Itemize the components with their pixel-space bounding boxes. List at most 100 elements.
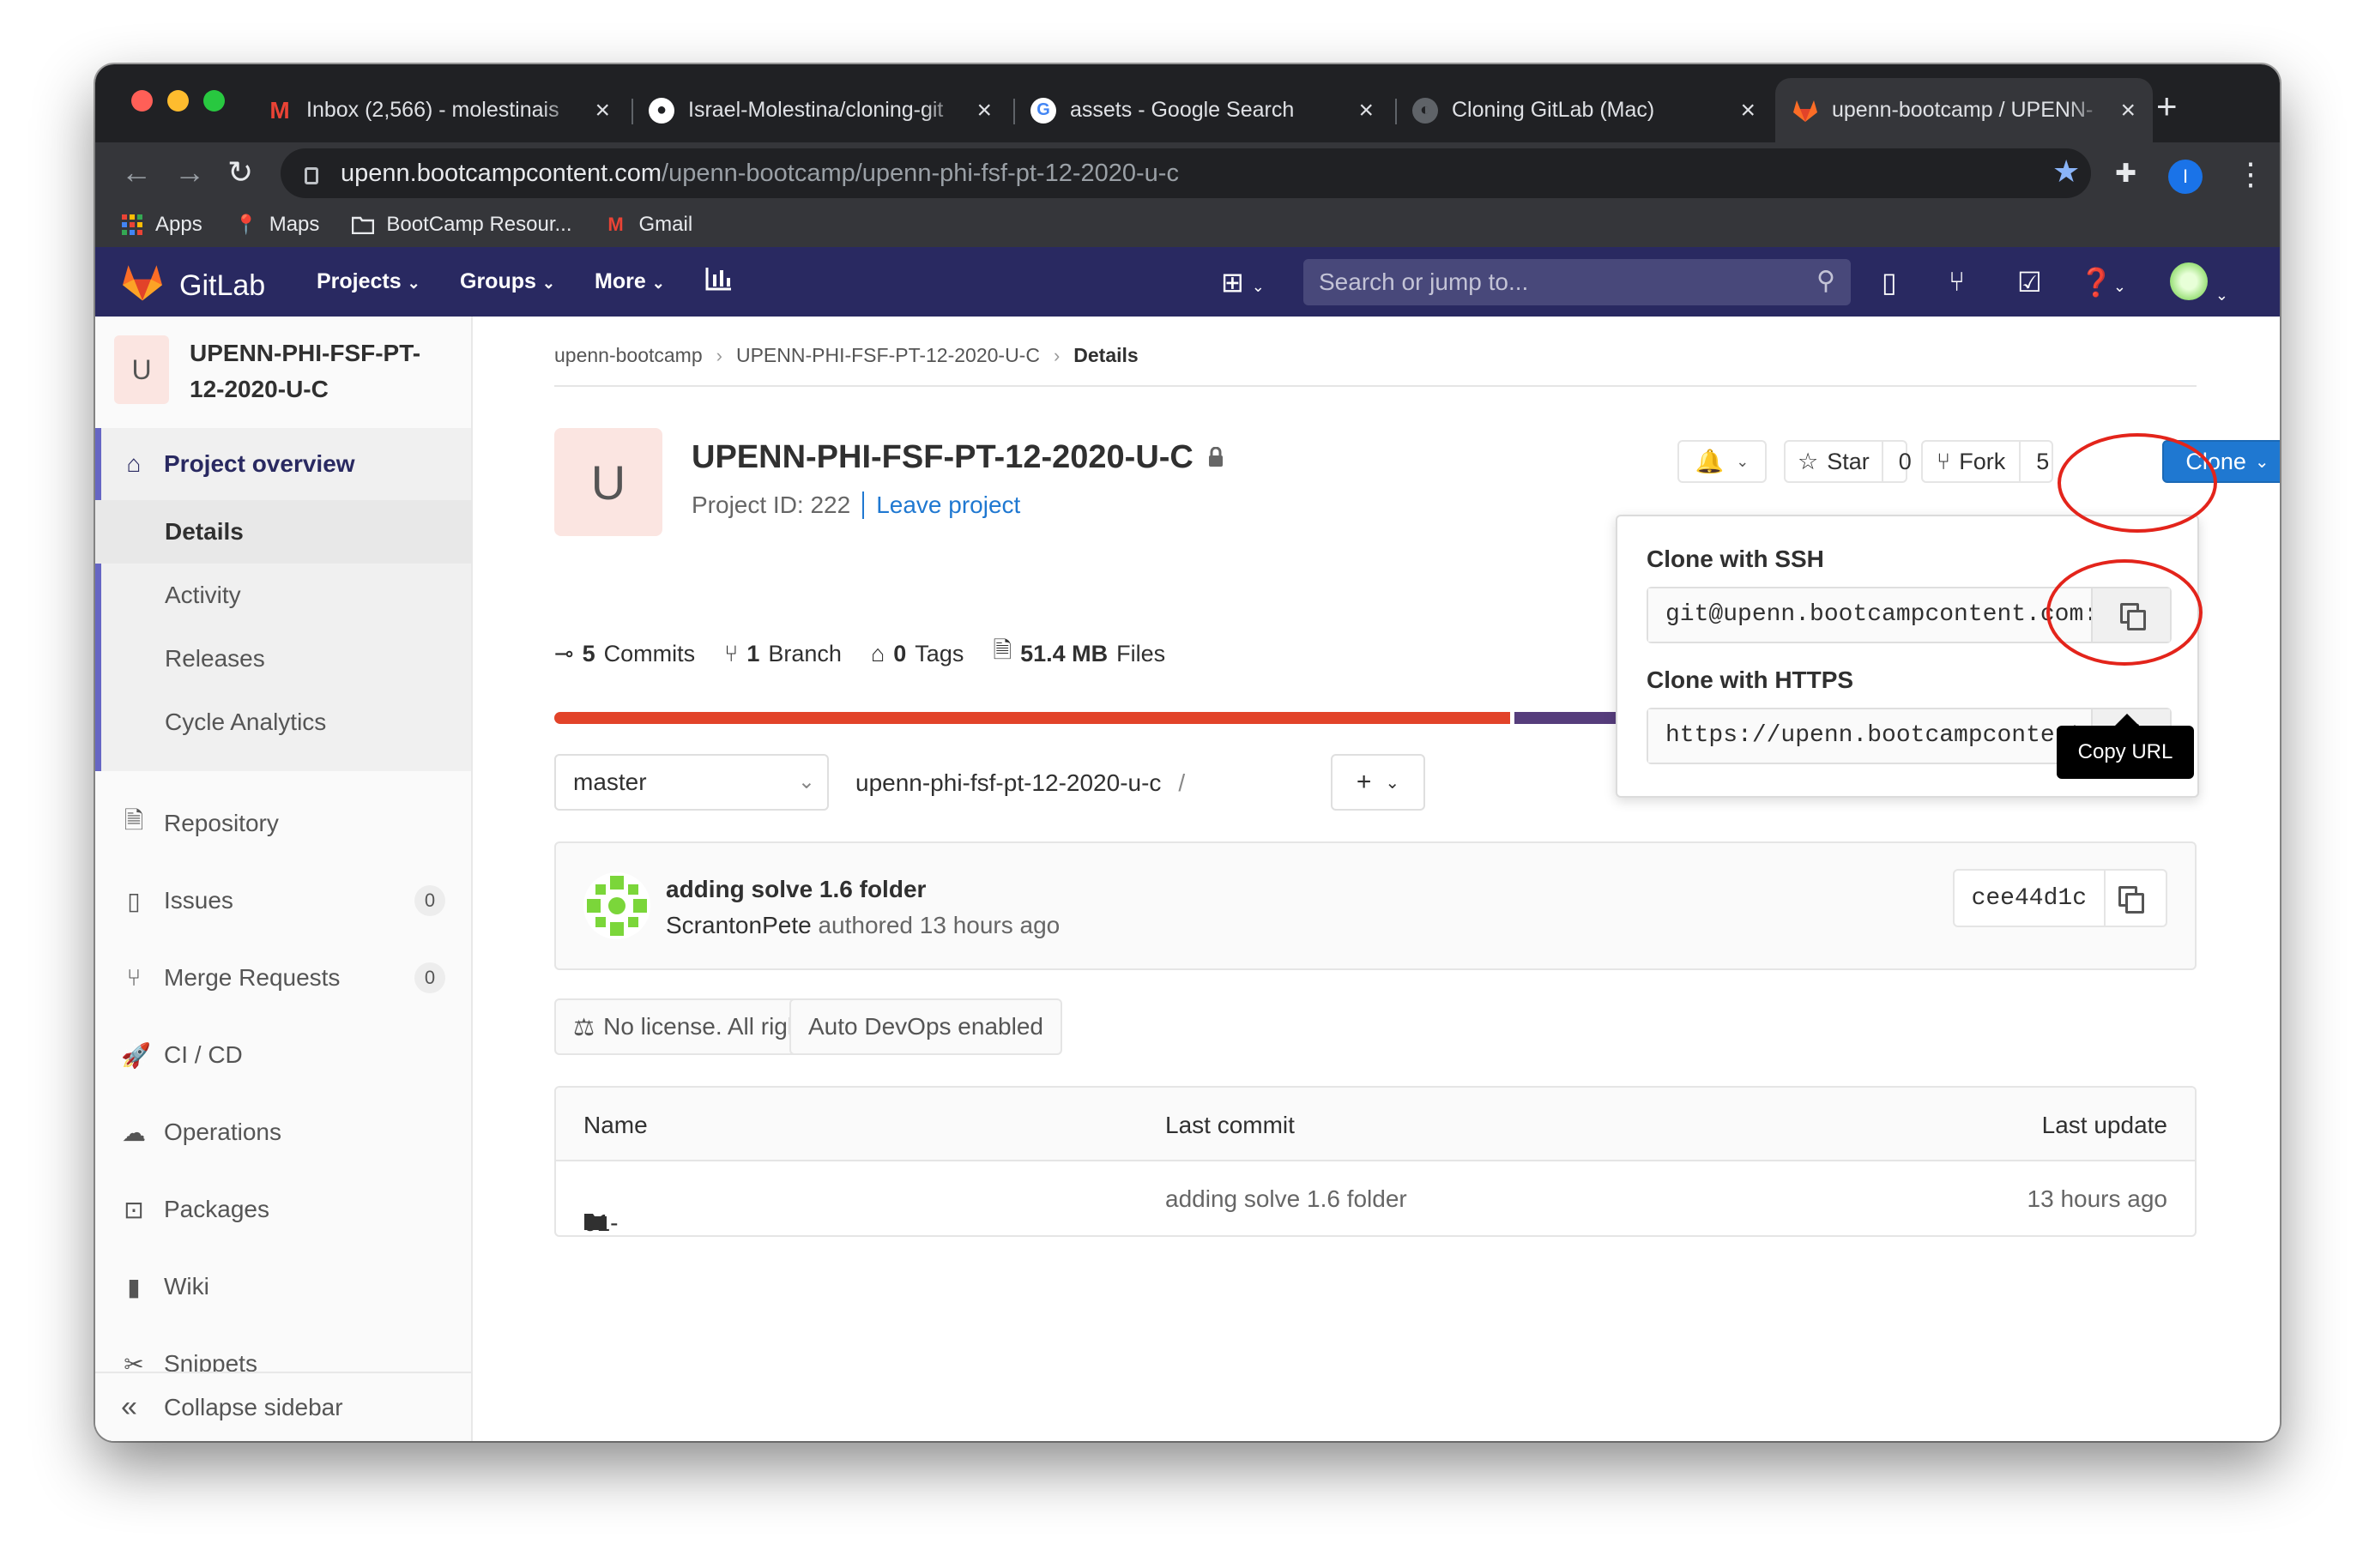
- auto-devops-badge[interactable]: Auto DevOps enabled: [789, 998, 1062, 1055]
- commit-sha[interactable]: cee44d1c: [1955, 885, 2104, 912]
- close-tab-icon[interactable]: ×: [2120, 96, 2136, 125]
- reload-icon[interactable]: ↻: [227, 154, 253, 190]
- browser-tab-github[interactable]: ● Israel-Molestina/cloning-git ×: [632, 78, 1009, 142]
- close-tab-icon[interactable]: ×: [1358, 96, 1374, 125]
- star-button[interactable]: ☆ Star 0: [1784, 440, 1912, 483]
- copy-icon: [2118, 886, 2153, 914]
- extensions-puzzle-icon[interactable]: ✚: [2115, 159, 2136, 189]
- files-table: Name Last commit Last update 01-HTML-Git…: [554, 1086, 2197, 1237]
- browser-tab-gitlab[interactable]: upenn-bootcamp / UPENN- ×: [1775, 78, 2153, 142]
- minimize-window-button[interactable]: [167, 90, 189, 112]
- bookmark-bootcamp-folder[interactable]: BootCamp Resour...: [352, 213, 572, 237]
- cloud-gear-icon: ☁: [122, 1119, 146, 1146]
- browser-menu-icon[interactable]: ⋮: [2235, 156, 2266, 192]
- commit-author-avatar[interactable]: [583, 872, 650, 939]
- nav-groups[interactable]: Groups ⌄: [460, 269, 555, 294]
- browser-tab-cloning[interactable]: ◐ Cloning GitLab (Mac) ×: [1395, 78, 1773, 142]
- language-bar-segment[interactable]: [1514, 712, 1617, 724]
- fork-button[interactable]: ⑂ Fork 5: [1921, 440, 2053, 483]
- scale-icon: ⚖: [573, 1013, 595, 1040]
- close-window-button[interactable]: [131, 90, 153, 112]
- sidebar-item-operations[interactable]: ☁ Operations: [95, 1094, 471, 1171]
- user-avatar[interactable]: ⌄: [2170, 262, 2228, 307]
- bookmark-maps[interactable]: 📍 Maps: [234, 213, 319, 237]
- sidebar-item-cycle-analytics[interactable]: Cycle Analytics: [95, 691, 471, 754]
- project-stats: ⊸ 5 Commits ⑂ 1 Branch ⌂ 0 Tags 🗎 51.4 MB Files: [554, 634, 1165, 673]
- profile-avatar[interactable]: I: [2168, 160, 2203, 194]
- tags-link[interactable]: ⌂ 0 Tags: [871, 634, 964, 673]
- https-url-field[interactable]: https://upenn.bootcampcontent.com/upenn-…: [1648, 709, 2091, 763]
- last-commit-cell[interactable]: adding solve 1.6 folder: [1165, 1185, 1407, 1213]
- sidebar-item-merge-requests[interactable]: ⑂ Merge Requests 0: [95, 939, 471, 1016]
- back-arrow-icon[interactable]: ←: [121, 154, 152, 190]
- last-update-cell: 13 hours ago: [2027, 1185, 2167, 1212]
- breadcrumb-group-link[interactable]: upenn-bootcamp: [554, 344, 703, 367]
- nav-projects[interactable]: Projects ⌄: [317, 269, 420, 294]
- annotation-circle: [2046, 559, 2203, 666]
- close-tab-icon[interactable]: ×: [595, 96, 610, 125]
- bookmark-star-icon[interactable]: ★: [2052, 154, 2080, 190]
- nav-more[interactable]: More ⌄: [595, 269, 665, 294]
- files-size[interactable]: 🗎 51.4 MB Files: [993, 634, 1165, 673]
- breadcrumb-project-link[interactable]: UPENN-PHI-FSF-PT-12-2020-U-C: [736, 344, 1040, 367]
- sidebar-item-issues[interactable]: ▯ Issues 0: [95, 862, 471, 939]
- issues-nav-icon[interactable]: ▯: [1882, 266, 1897, 299]
- sidebar-item-activity[interactable]: Activity: [95, 564, 471, 627]
- merge-requests-nav-icon[interactable]: ⑂: [1949, 266, 1965, 298]
- table-row[interactable]: 01-HTML-Git-CSS adding solve 1.6 folder …: [556, 1161, 2195, 1235]
- table-header: Name Last commit Last update: [556, 1088, 2195, 1161]
- lock-icon: [1207, 439, 1224, 476]
- sidebar-item-packages[interactable]: ⊡ Packages: [95, 1171, 471, 1248]
- chevron-right-icon: ›: [716, 344, 722, 366]
- gitlab-navbar: GitLab Projects ⌄ Groups ⌄ More ⌄ ⊞ ⌄ Se…: [95, 247, 2280, 317]
- maps-pin-icon: 📍: [234, 214, 258, 235]
- browser-tab-google[interactable]: G assets - Google Search ×: [1013, 78, 1391, 142]
- copy-url-tooltip: Copy URL: [2057, 714, 2194, 779]
- branch-select[interactable]: master ⌄: [554, 754, 829, 811]
- new-tab-icon[interactable]: +: [2156, 86, 2178, 127]
- browser-tab-gmail[interactable]: M Inbox (2,566) - molestinais ×: [250, 78, 627, 142]
- star-count[interactable]: 0: [1881, 442, 1927, 481]
- commit-message[interactable]: adding solve 1.6 folder: [666, 876, 926, 903]
- commits-link[interactable]: ⊸ 5 Commits: [554, 634, 695, 673]
- sidebar-item-releases[interactable]: Releases: [95, 627, 471, 691]
- language-bar-segment[interactable]: [554, 712, 1510, 724]
- gitlab-home-link[interactable]: GitLab: [121, 262, 265, 310]
- ssh-url-field[interactable]: git@upenn.bootcampcontent.com:upenn-boot…: [1648, 588, 2091, 642]
- maximize-window-button[interactable]: [203, 90, 225, 112]
- bookmark-apps[interactable]: Apps: [121, 213, 202, 237]
- notification-button[interactable]: 🔔 ⌄: [1677, 440, 1767, 483]
- address-bar[interactable]: upenn.bootcampcontent.com/upenn-bootcamp…: [281, 148, 2091, 198]
- commit-author[interactable]: ScrantonPete: [666, 912, 812, 938]
- bookmark-gmail[interactable]: M Gmail: [605, 213, 692, 237]
- analytics-bar-chart-icon[interactable]: [704, 266, 734, 299]
- repository-icon: 🗎: [124, 807, 144, 834]
- fork-icon: ⑂: [1937, 448, 1951, 474]
- sidebar-project-context[interactable]: U UPENN-PHI-FSF-PT-12-2020-U-C: [114, 335, 438, 407]
- leave-project-link[interactable]: Leave project: [876, 492, 1020, 519]
- help-icon[interactable]: ❓⌄: [2079, 266, 2126, 299]
- search-input[interactable]: Search or jump to... ⚲: [1303, 259, 1851, 305]
- new-item-plus-icon[interactable]: ⊞ ⌄: [1221, 266, 1265, 299]
- repo-root-link[interactable]: upenn-phi-fsf-pt-12-2020-u-c: [855, 769, 1161, 796]
- forward-arrow-icon[interactable]: →: [174, 154, 205, 190]
- collapse-sidebar-button[interactable]: « Collapse sidebar: [95, 1372, 471, 1441]
- chevron-down-icon: ⌄: [651, 274, 665, 292]
- breadcrumb: upenn-bootcamp › UPENN-PHI-FSF-PT-12-202…: [554, 344, 1139, 367]
- add-file-dropdown[interactable]: + ⌄: [1331, 754, 1425, 811]
- todos-nav-icon[interactable]: ☑: [2017, 266, 2042, 299]
- project-avatar: U: [114, 335, 169, 404]
- sidebar-item-ci-cd[interactable]: 🚀 CI / CD: [95, 1016, 471, 1094]
- chevron-down-icon: ⌄: [407, 274, 420, 292]
- repo-path: upenn-phi-fsf-pt-12-2020-u-c /: [855, 769, 1186, 796]
- close-tab-icon[interactable]: ×: [976, 96, 992, 125]
- sidebar-item-repository[interactable]: 🗎 Repository: [95, 785, 471, 862]
- project-id: Project ID: 222: [692, 492, 851, 518]
- copy-sha-button[interactable]: [2104, 871, 2166, 926]
- close-tab-icon[interactable]: ×: [1740, 96, 1756, 125]
- sidebar-item-wiki[interactable]: ▮ Wiki: [95, 1248, 471, 1325]
- sidebar-item-project-overview[interactable]: ⌂ Project overview: [95, 428, 471, 500]
- commit-author-line: ScrantonPete authored 13 hours ago: [666, 912, 1061, 938]
- branches-link[interactable]: ⑂ 1 Branch: [724, 634, 842, 673]
- sidebar-item-details[interactable]: Details: [95, 500, 471, 564]
